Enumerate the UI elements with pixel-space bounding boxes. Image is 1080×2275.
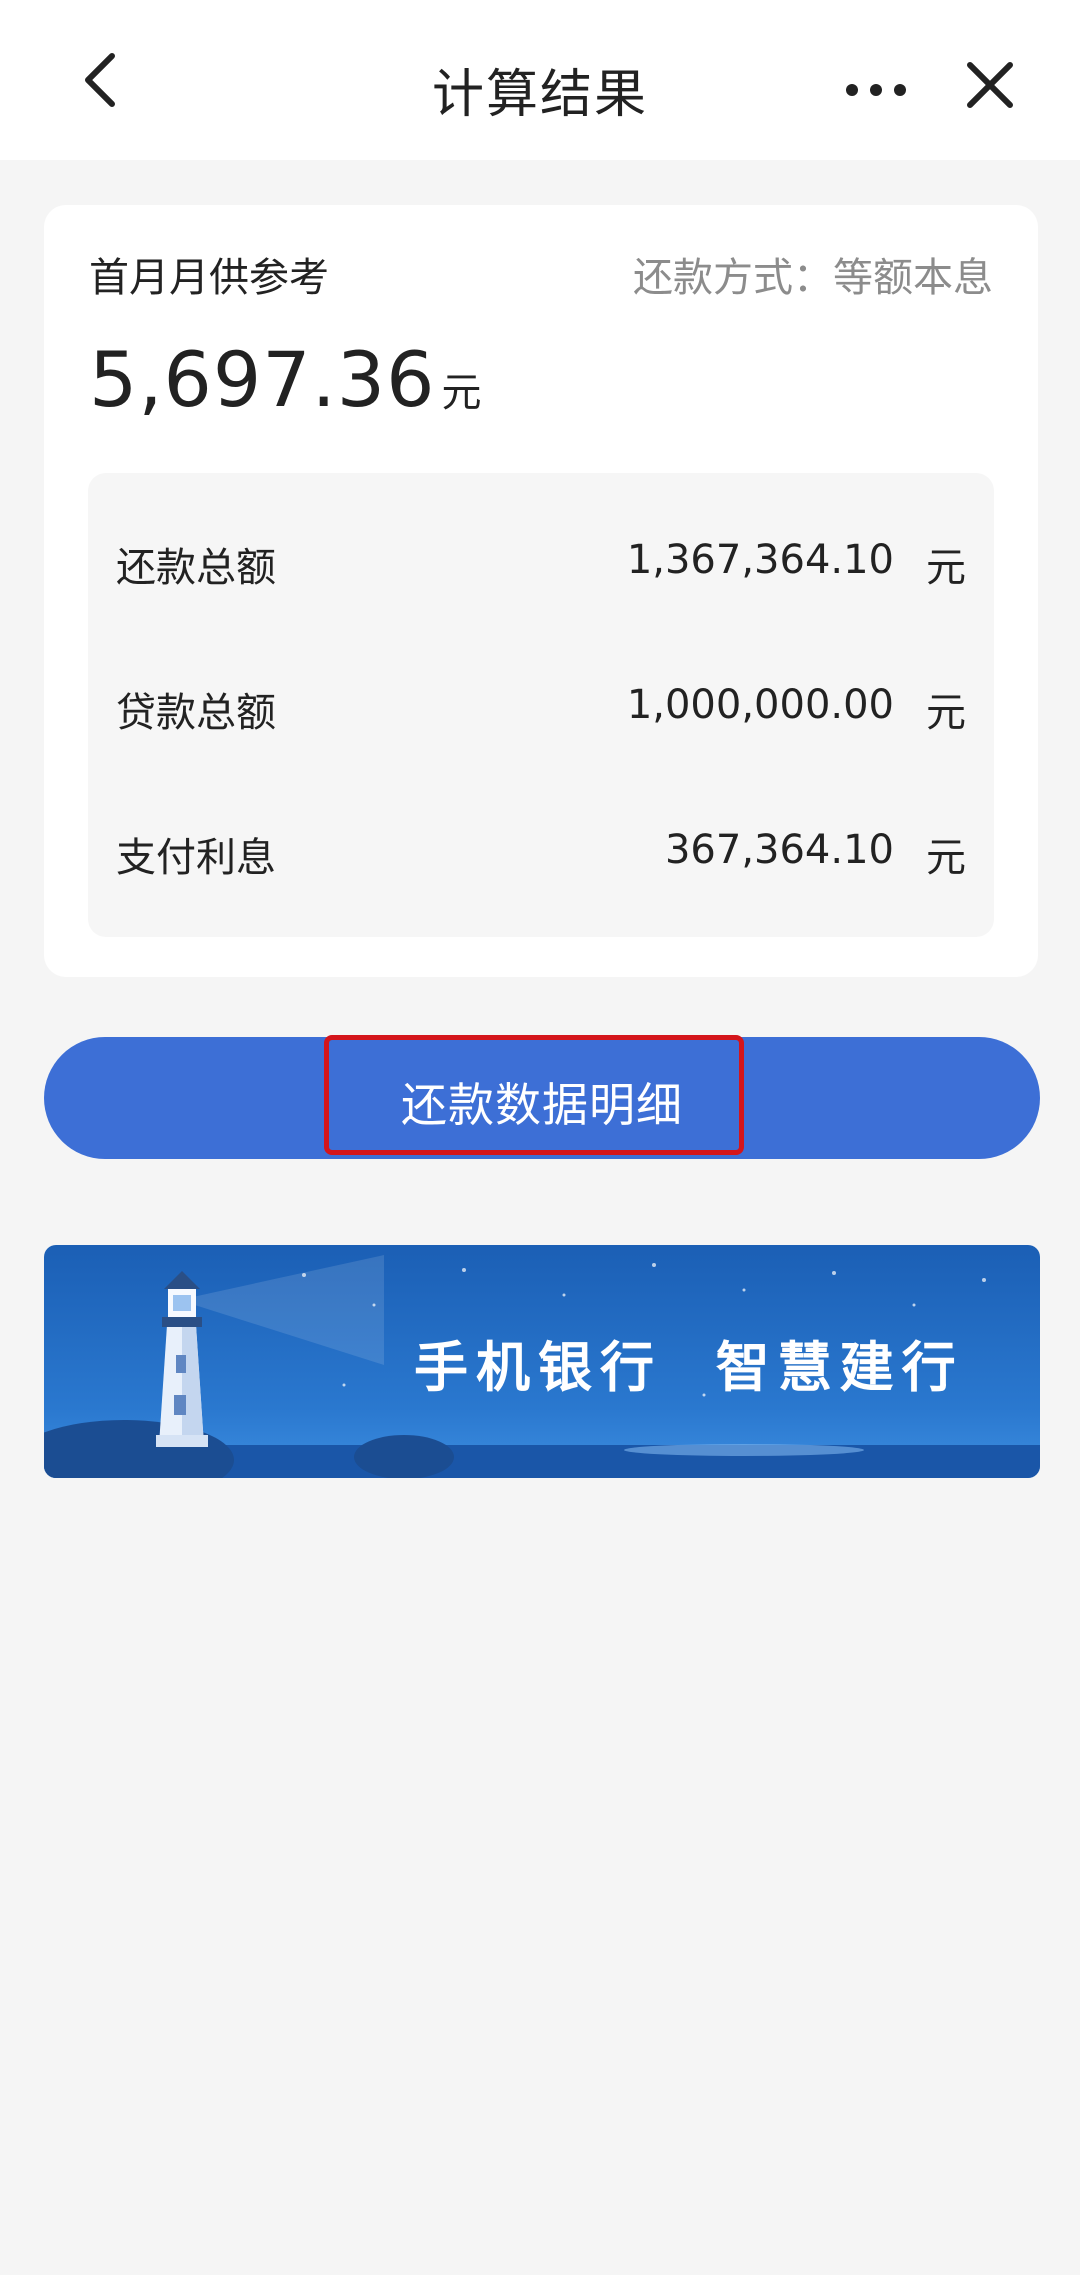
more-button[interactable]	[840, 50, 912, 130]
monthly-payment: 5,697.36 元	[89, 335, 481, 424]
repayment-detail-label: 还款数据明细	[401, 1078, 683, 1132]
close-icon	[967, 62, 1013, 108]
page-title: 计算结果	[431, 65, 648, 125]
top-bar: 计算结果	[0, 0, 1080, 160]
summary-row-interest: 支付利息 367,364.10 元	[88, 813, 994, 893]
summary-label: 还款总额	[116, 545, 276, 591]
result-card: 首月月供参考 还款方式：等额本息 5,697.36 元 还款总额 1,367,3…	[44, 205, 1038, 977]
repayment-detail-button[interactable]: 还款数据明细	[44, 1035, 1040, 1159]
summary-unit: 元	[926, 690, 966, 736]
summary-unit: 元	[926, 835, 966, 881]
summary-value: 367,364.10	[664, 827, 894, 873]
summary-box: 还款总额 1,367,364.10 元 贷款总额 1,000,000.00 元 …	[88, 473, 994, 937]
summary-label: 支付利息	[116, 835, 276, 881]
more-dots-icon	[846, 84, 906, 96]
first-month-label: 首月月供参考	[89, 255, 329, 301]
summary-unit: 元	[926, 545, 966, 591]
monthly-payment-unit: 元	[441, 370, 482, 416]
summary-value: 1,000,000.00	[626, 682, 894, 728]
promo-banner[interactable]: 手机银行 智慧建行	[44, 1245, 1040, 1478]
monthly-payment-amount: 5,697.36	[89, 335, 436, 424]
summary-value: 1,367,364.10	[626, 537, 894, 583]
summary-label: 贷款总额	[116, 690, 276, 736]
repay-method-label: 还款方式：等额本息	[633, 255, 993, 301]
close-button[interactable]	[950, 45, 1030, 125]
summary-row-total-repayment: 还款总额 1,367,364.10 元	[88, 523, 994, 603]
summary-row-loan-amount: 贷款总额 1,000,000.00 元	[88, 668, 994, 748]
banner-text: 手机银行 智慧建行	[414, 1336, 964, 1399]
